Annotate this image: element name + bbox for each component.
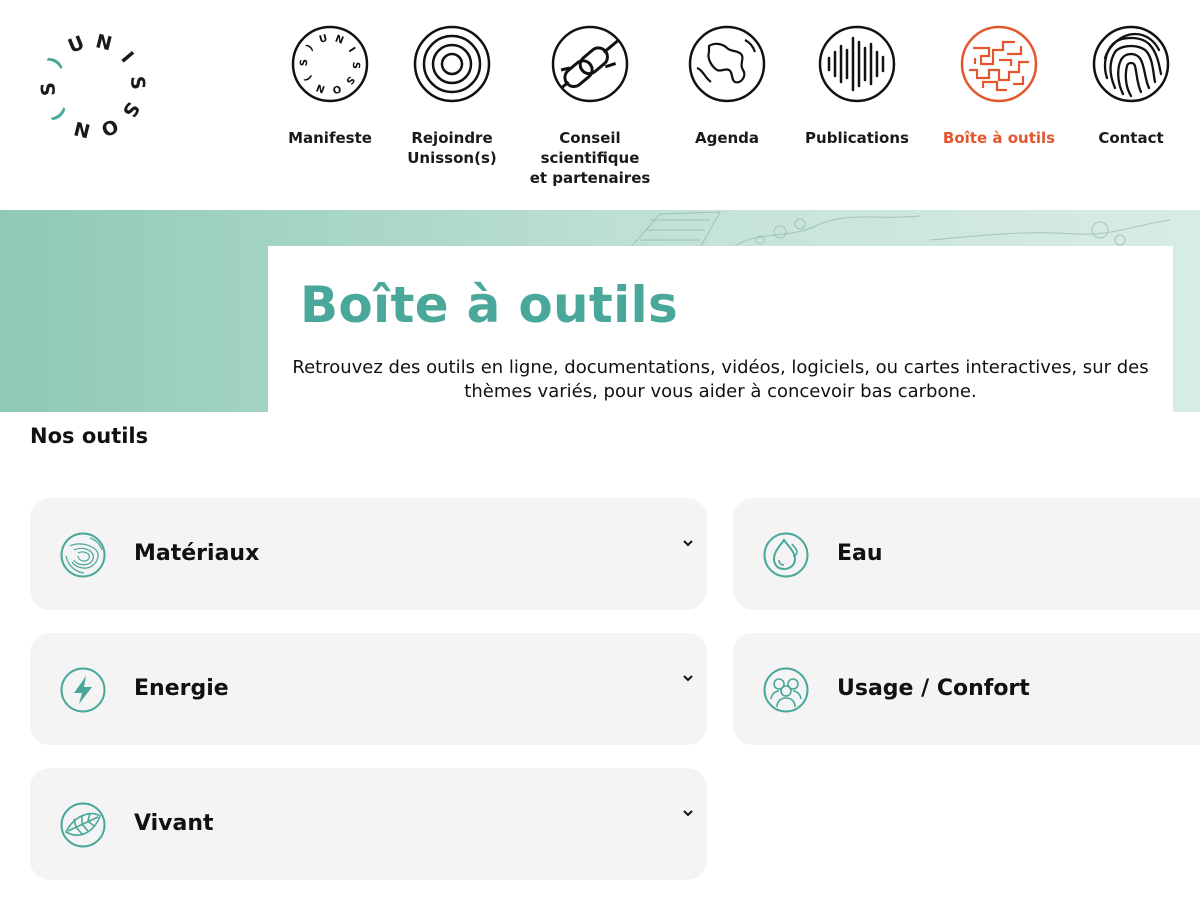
tool-card-label: Usage / Confort <box>837 676 1030 701</box>
page-description: Retrouvez des outils en ligne, documenta… <box>292 357 1149 402</box>
nav-item-boite-a-outils[interactable]: Boîte à outils <box>924 24 1074 148</box>
icon-letter: N <box>315 81 327 94</box>
people-icon <box>763 667 809 713</box>
nav-label: Conseil scientifique et partenaires <box>529 129 651 187</box>
sound-wave-icon <box>818 25 896 103</box>
lightning-icon <box>60 667 106 713</box>
nav-label: Boîte à outils <box>942 129 1056 147</box>
tool-card-vivant[interactable]: Vivant <box>30 768 707 880</box>
page-title: Boîte à outils <box>300 276 679 334</box>
tool-card-usage-confort[interactable]: Usage / Confort <box>733 633 1200 745</box>
icon-letter: N <box>333 34 345 47</box>
nav-label: Publications <box>805 129 909 147</box>
globe-icon <box>688 25 766 103</box>
maze-icon <box>960 25 1038 103</box>
nav-label: Rejoindre Unisson(s) <box>407 129 497 167</box>
icon-letter: ( <box>303 73 315 83</box>
nav-item-conseil[interactable]: Conseil scientifique et partenaires <box>515 24 665 188</box>
hero-card: Boîte à outils Retrouvez des outils en l… <box>268 246 1173 412</box>
icon-letter: ) <box>304 43 315 53</box>
site-header: U N I S S O N(S) U N I S S O N(S) Manifeste Rejoindr… <box>0 0 1200 210</box>
nav-label: Manifeste <box>288 129 372 147</box>
icon-letter: S <box>299 59 310 67</box>
section-title: Nos outils <box>30 424 149 448</box>
fingerprint-icon <box>1092 25 1170 103</box>
water-drop-icon <box>763 532 809 578</box>
leaf-icon <box>60 802 106 848</box>
hero-banner: Boîte à outils Retrouvez des outils en l… <box>0 210 1200 412</box>
icon-letter: U <box>318 33 329 46</box>
icon-letter: I <box>346 46 357 55</box>
chain-link-icon <box>551 25 629 103</box>
tool-card-eau[interactable]: Eau <box>733 498 1200 610</box>
concentric-circles-icon <box>413 25 491 103</box>
tool-card-label: Eau <box>837 541 883 566</box>
tool-card-label: Matériaux <box>134 541 260 566</box>
chevron-down-icon[interactable] <box>681 536 695 550</box>
unisson-circle-icon: U NISSON(S) <box>291 25 369 103</box>
chevron-down-icon[interactable] <box>681 671 695 685</box>
nav-label: Contact <box>1098 129 1164 147</box>
nav-item-agenda[interactable]: Agenda <box>652 24 802 148</box>
icon-letter: O <box>331 82 342 95</box>
tool-card-label: Vivant <box>134 811 214 836</box>
chevron-down-icon[interactable] <box>681 806 695 820</box>
icon-letter: S <box>343 74 356 87</box>
tool-card-energie[interactable]: Energie <box>30 633 707 745</box>
tool-card-label: Energie <box>134 676 229 701</box>
main-nav: U N I S S O N(S) Manifeste Rejoindre Unisson(s… <box>0 0 1200 210</box>
wood-grain-icon <box>60 532 106 578</box>
nav-item-rejoindre[interactable]: Rejoindre Unisson(s) <box>377 24 527 168</box>
nav-label: Agenda <box>694 129 760 147</box>
nav-item-contact[interactable]: Contact <box>1056 24 1200 148</box>
tool-card-materiaux[interactable]: Matériaux <box>30 498 707 610</box>
nav-item-publications[interactable]: Publications <box>782 24 932 148</box>
map-texture <box>628 211 1171 249</box>
icon-letter: S <box>350 61 361 69</box>
